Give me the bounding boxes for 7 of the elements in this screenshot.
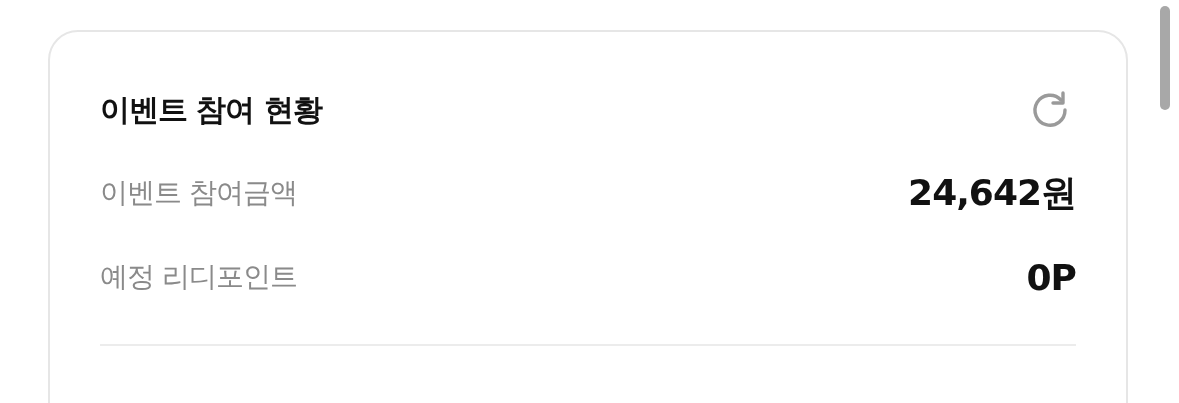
- row-value: 24,642원: [908, 170, 1076, 215]
- card-title: 이벤트 참여 현황: [100, 90, 322, 129]
- row-label: 이벤트 참여금액: [100, 175, 297, 211]
- row-label: 예정 리디포인트: [100, 259, 297, 295]
- scrollbar-thumb[interactable]: [1160, 6, 1170, 110]
- row-value: 0P: [1026, 256, 1076, 298]
- refresh-icon[interactable]: [1030, 90, 1070, 130]
